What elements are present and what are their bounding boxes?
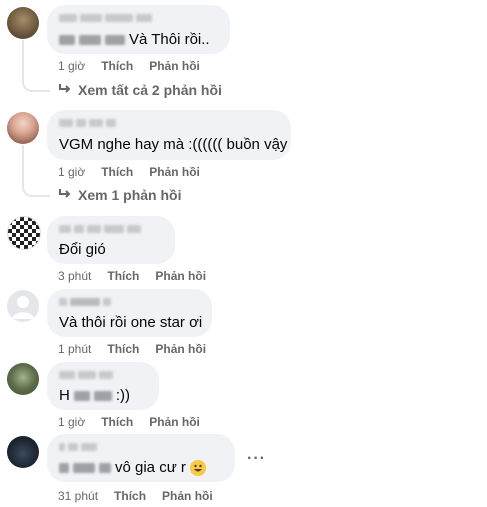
reply-button[interactable]: Phản hồi (155, 269, 206, 283)
grinning-face-emoji (189, 459, 206, 476)
avatar[interactable] (7, 290, 39, 322)
comment-time[interactable]: 3 phút (58, 269, 91, 283)
comment-text: Và Thôi rồi.. (59, 31, 210, 48)
like-button[interactable]: Thích (101, 59, 133, 73)
comment-text-visible: Đổi gió (59, 241, 106, 258)
comment-text-visible: vô gia cư r (115, 459, 186, 476)
comment-text: vô gia cư r (59, 459, 206, 476)
reply-button[interactable]: Phản hồi (149, 165, 200, 179)
comment-text: Và thôi rồi one star ơi (59, 314, 202, 331)
comment-time[interactable]: 1 giờ (58, 59, 85, 73)
comment-time[interactable]: 1 giờ (58, 165, 85, 179)
more-options-icon[interactable]: ··· (247, 450, 266, 468)
comment-time[interactable]: 31 phút (58, 489, 98, 503)
comment-meta: 1 phút Thích Phản hồi (58, 342, 206, 356)
comment-meta: 1 giờ Thích Phản hồi (58, 415, 200, 429)
avatar[interactable] (7, 216, 41, 250)
like-button[interactable]: Thích (107, 342, 139, 356)
commenter-name[interactable] (59, 371, 113, 379)
comment-bubble: vô gia cư r (47, 434, 235, 482)
comment-meta: 1 giờ Thích Phản hồi (58, 165, 200, 179)
reply-button[interactable]: Phản hồi (155, 342, 206, 356)
comment-text-visible: VGM nghe hay mà :(((((( buồn vậy (59, 136, 288, 153)
comment-text-visible: Và Thôi rồi.. (129, 31, 210, 48)
view-replies-label: Xem tất cả 2 phản hồi (78, 82, 222, 98)
commenter-name[interactable] (59, 119, 116, 127)
thread-line (22, 40, 50, 92)
comment-bubble: H :)) (47, 362, 159, 410)
avatar[interactable] (7, 112, 39, 144)
like-button[interactable]: Thích (107, 269, 139, 283)
thread-line (22, 145, 50, 197)
comment-bubble: Và thôi rồi one star ơi (47, 289, 212, 337)
comment-bubble: Và Thôi rồi.. (47, 5, 230, 54)
commenter-name[interactable] (59, 443, 97, 451)
comment-bubble: Đổi gió (47, 216, 175, 264)
view-replies-link[interactable]: Xem 1 phản hồi (58, 187, 181, 203)
reply-button[interactable]: Phản hồi (149, 415, 200, 429)
like-button[interactable]: Thích (114, 489, 146, 503)
comment-time[interactable]: 1 phút (58, 342, 91, 356)
commenter-name[interactable] (59, 298, 111, 306)
reply-arrow-icon (58, 187, 72, 203)
comment-meta: 1 giờ Thích Phản hồi (58, 59, 200, 73)
comment-text-visible: :)) (115, 387, 131, 404)
comment-bubble: VGM nghe hay mà :(((((( buồn vậy (47, 110, 291, 160)
comment-time[interactable]: 1 giờ (58, 415, 85, 429)
like-button[interactable]: Thích (101, 165, 133, 179)
default-user-icon (12, 296, 34, 319)
comment-text: VGM nghe hay mà :(((((( buồn vậy (59, 136, 287, 153)
commenter-name[interactable] (59, 14, 152, 22)
view-replies-label: Xem 1 phản hồi (78, 187, 182, 203)
comment-meta: 3 phút Thích Phản hồi (58, 269, 206, 283)
reply-button[interactable]: Phản hồi (162, 489, 213, 503)
comment-text: H :)) (59, 387, 130, 404)
comment-meta: 31 phút Thích Phản hồi (58, 489, 213, 503)
avatar[interactable] (7, 363, 39, 395)
comment-text-prefix: H (59, 387, 70, 404)
view-replies-link[interactable]: Xem tất cả 2 phản hồi (58, 82, 222, 98)
commenter-name[interactable] (59, 225, 141, 233)
avatar[interactable] (7, 7, 39, 39)
avatar[interactable] (7, 436, 39, 468)
reply-button[interactable]: Phản hồi (149, 59, 200, 73)
comment-text: Đổi gió (59, 241, 106, 258)
comment-text-visible: Và thôi rồi one star ơi (59, 314, 203, 331)
reply-arrow-icon (58, 82, 72, 98)
like-button[interactable]: Thích (101, 415, 133, 429)
